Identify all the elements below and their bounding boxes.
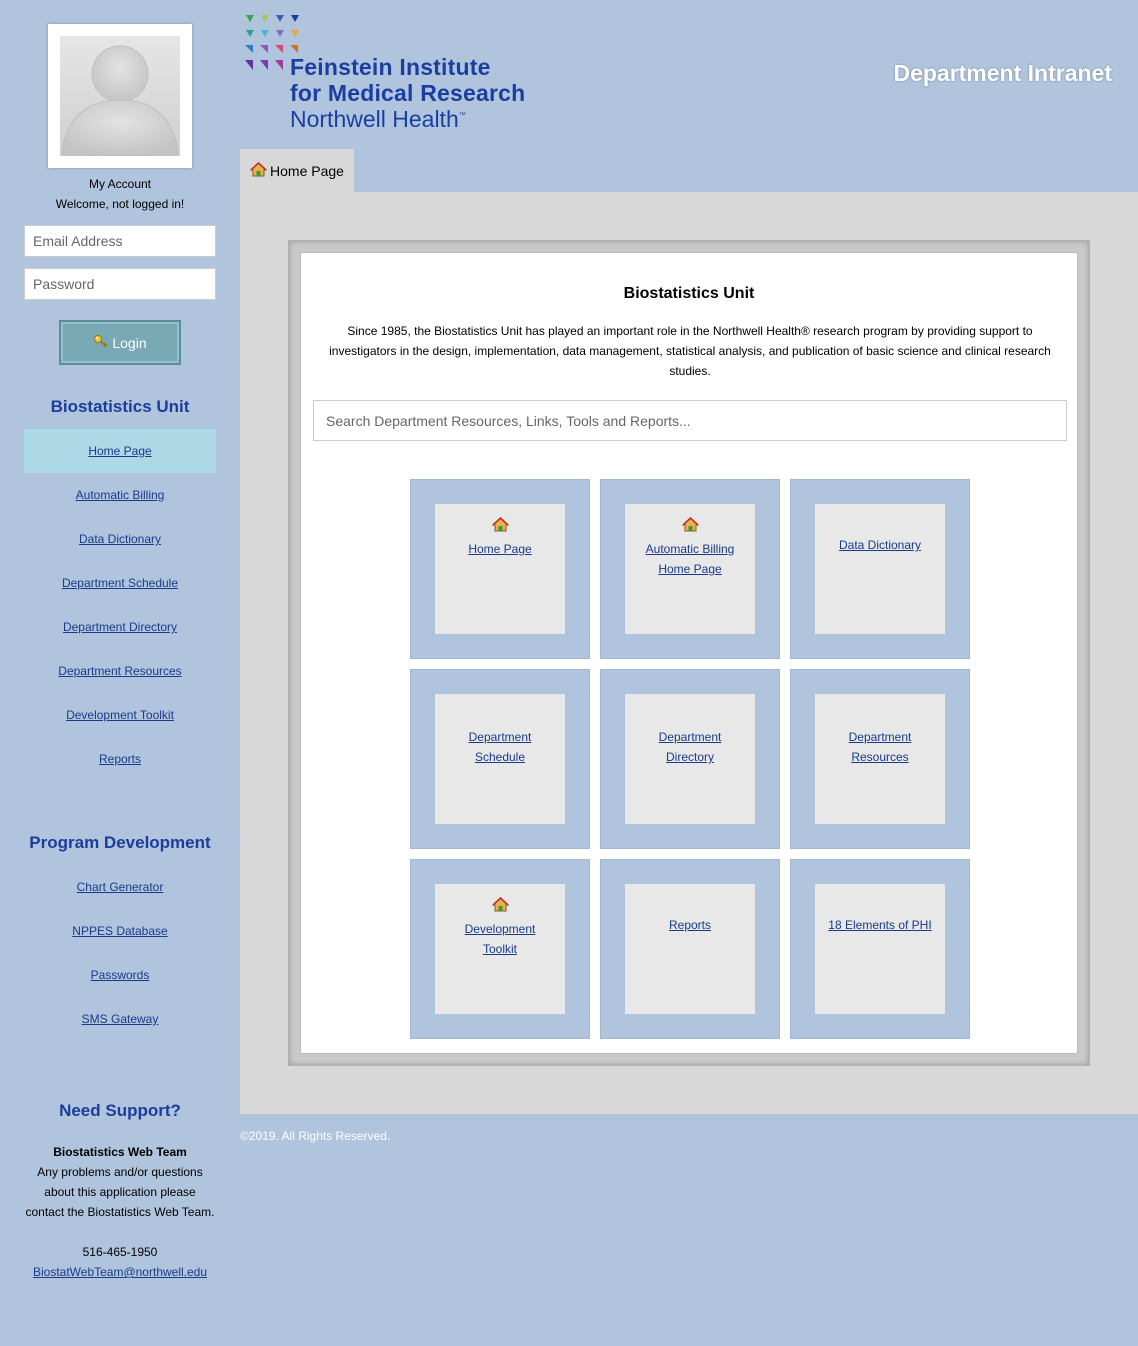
tile-automatic-billing: Automatic Billing Home Page [600, 479, 780, 659]
tile-link-home-page[interactable]: Home Page [450, 539, 550, 559]
sidebar-item-automatic-billing[interactable]: Automatic Billing [24, 473, 216, 517]
tile-body: Automatic Billing Home Page [625, 504, 755, 634]
sidebar-item-passwords[interactable]: Passwords [24, 953, 216, 997]
tile-home-page: Home Page [410, 479, 590, 659]
support-email-link[interactable]: BiostatWebTeam@northwell.edu [33, 1265, 207, 1279]
logo-line-1: Feinstein Institute [290, 54, 491, 80]
tile-body: Home Page [435, 504, 565, 634]
logo-line-3-text: Northwell Health [290, 106, 459, 132]
main-panel: Biostatistics Unit Since 1985, the Biost… [300, 252, 1078, 1054]
home-icon [681, 516, 699, 537]
unit-nav: Home Page Automatic Billing Data Diction… [24, 429, 216, 781]
tile-data-dictionary: Data Dictionary [790, 479, 970, 659]
tile-body: Department Directory [625, 694, 755, 824]
tile-link-phi-elements[interactable]: 18 Elements of PHI [820, 915, 940, 935]
login-button-label: Login [112, 334, 147, 351]
tile-body: Reports [625, 884, 755, 1014]
sidebar-item-development-toolkit[interactable]: Development Toolkit [24, 693, 216, 737]
logo-tm: ™ [458, 112, 466, 119]
tile-link-reports[interactable]: Reports [640, 915, 740, 935]
support-line-2: about this application please [44, 1185, 196, 1199]
avatar-placeholder-icon [60, 36, 180, 156]
support-phone: 516-465-1950 [82, 1245, 158, 1259]
avatar [48, 24, 192, 168]
tile-reports: Reports [600, 859, 780, 1039]
panel-frame: Biostatistics Unit Since 1985, the Biost… [288, 240, 1090, 1066]
tile-department-directory: Department Directory [600, 669, 780, 849]
sidebar-item-department-resources[interactable]: Department Resources [24, 649, 216, 693]
tile-body: Development Toolkit [435, 884, 565, 1014]
tile-link-automatic-billing[interactable]: Automatic Billing Home Page [640, 539, 740, 579]
support-team: Biostatistics Web Team [53, 1145, 187, 1159]
home-icon [249, 161, 268, 180]
page-title: Biostatistics Unit [623, 285, 755, 302]
logo-line-2: for Medical Research [290, 80, 526, 106]
tile-department-resources: Department Resources [790, 669, 970, 849]
search-input[interactable] [313, 400, 1067, 441]
sidebar-item-reports[interactable]: Reports [24, 737, 216, 781]
feinstein-logo[interactable]: Feinstein Institute for Medical Research… [243, 14, 553, 132]
sidebar-item-data-dictionary[interactable]: Data Dictionary [24, 517, 216, 561]
logo-line-3: Northwell Health™ [290, 106, 466, 133]
email-field[interactable] [24, 225, 216, 257]
key-icon [93, 333, 109, 352]
tile-body: Data Dictionary [815, 504, 945, 634]
content-area: Biostatistics Unit Since 1985, the Biost… [240, 192, 1138, 1114]
tile-development-toolkit: Development Toolkit [410, 859, 590, 1039]
unit-heading: Biostatistics Unit [50, 397, 190, 416]
tile-body: Department Resources [815, 694, 945, 824]
support-email-row: BiostatWebTeam@northwell.edu [0, 1265, 240, 1279]
login-button[interactable]: Login [59, 320, 181, 365]
sidebar-item-department-directory[interactable]: Department Directory [24, 605, 216, 649]
tile-body: 18 Elements of PHI [815, 884, 945, 1014]
tile-department-schedule: Department Schedule [410, 669, 590, 849]
support-line-3: contact the Biostatistics Web Team. [25, 1205, 215, 1219]
sidebar-item-chart-generator[interactable]: Chart Generator [24, 865, 216, 909]
support-line-1: Any problems and/or questions [37, 1165, 203, 1179]
unit-description: Since 1985, the Biostatistics Unit has p… [329, 324, 1051, 378]
sidebar: My Account Welcome, not logged in! Login… [0, 0, 240, 1346]
tab-home-page[interactable]: Home Page [240, 149, 354, 192]
home-icon [491, 896, 509, 917]
tile-link-department-schedule[interactable]: Department Schedule [460, 727, 540, 767]
tile-link-data-dictionary[interactable]: Data Dictionary [830, 535, 930, 555]
sidebar-item-nppes-database[interactable]: NPPES Database [24, 909, 216, 953]
tile-link-development-toolkit[interactable]: Development Toolkit [460, 919, 540, 959]
site-title: Department Intranet [893, 60, 1112, 86]
tile-link-department-directory[interactable]: Department Directory [650, 727, 730, 767]
sidebar-item-department-schedule[interactable]: Department Schedule [24, 561, 216, 605]
sidebar-item-sms-gateway[interactable]: SMS Gateway [24, 997, 216, 1041]
program-nav: Chart Generator NPPES Database Passwords… [24, 865, 216, 1041]
tile-body: Department Schedule [435, 694, 565, 824]
sidebar-item-home-page[interactable]: Home Page [24, 429, 216, 473]
support-heading: Need Support? [59, 1101, 181, 1120]
footer-copyright: ©2019. All Rights Reserved. [240, 1129, 391, 1143]
password-field[interactable] [24, 268, 216, 300]
tab-label: Home Page [270, 162, 344, 179]
my-account-label: My Account [88, 177, 152, 191]
home-icon [491, 516, 509, 537]
welcome-text: Welcome, not logged in! [55, 197, 185, 211]
tile-link-department-resources[interactable]: Department Resources [840, 727, 920, 767]
tile-phi-elements: 18 Elements of PHI [790, 859, 970, 1039]
program-heading: Program Development [29, 833, 211, 852]
